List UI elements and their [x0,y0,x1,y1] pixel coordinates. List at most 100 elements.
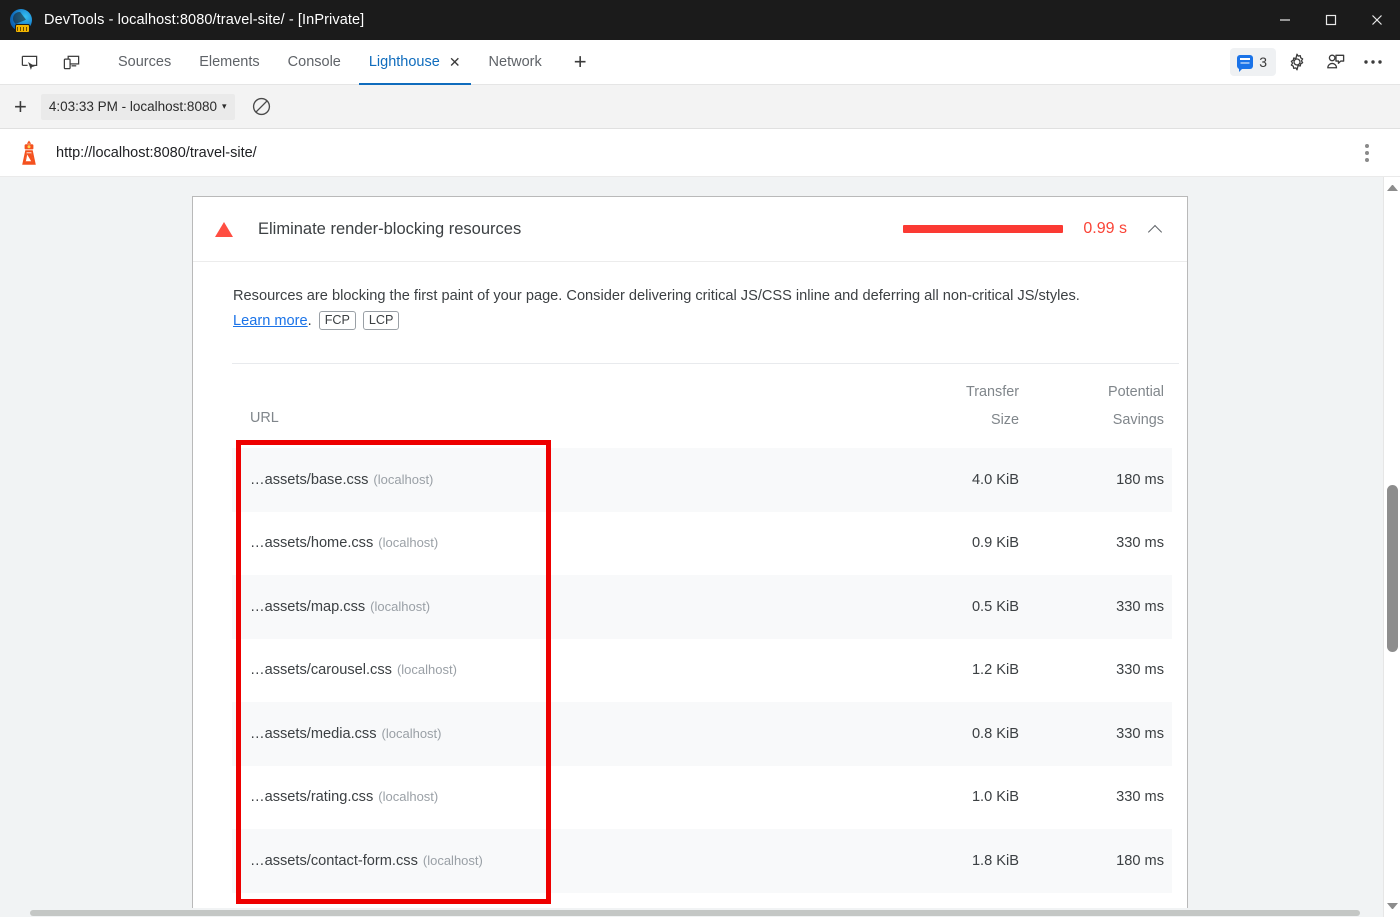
cell-url: …assets/carousel.css (localhost) [232,639,890,703]
table-row[interactable]: …assets/map.css (localhost) 0.5 KiB 330 m… [232,575,1172,639]
chevron-down-icon: ▾ [222,101,227,112]
audit-table-body: …assets/base.css (localhost) 4.0 KiB 180 … [232,448,1172,893]
resource-url: …assets/carousel.css [250,662,392,678]
cell-transfer-size: 1.8 KiB [890,829,1031,893]
cell-transfer-size: 0.8 KiB [890,702,1031,766]
cell-transfer-size: 0.5 KiB [890,575,1031,639]
table-row[interactable]: …assets/contact-form.css(localhost) 1.8 … [232,829,1172,893]
lighthouse-report-viewport: Eliminate render-blocking resources 0.99… [0,177,1400,917]
audit-score-group: 0.99 s [903,220,1163,238]
column-header-transfer-size[interactable]: Transfer Size [890,364,1031,448]
cell-savings: 330 ms [1031,766,1172,830]
window-title: DevTools - localhost:8080/travel-site/ -… [44,12,364,28]
scroll-down-arrow-icon[interactable] [1387,903,1398,909]
tab-elements[interactable]: Elements [185,40,273,85]
tab-sources[interactable]: Sources [104,40,185,85]
table-row[interactable]: …assets/media.css (localhost) 0.8 KiB 330… [232,702,1172,766]
lighthouse-icon [16,139,42,167]
column-header-potential-savings[interactable]: Potential Savings [1031,364,1172,448]
audit-table-wrapper: URL Transfer Size Potential Savings [232,363,1179,893]
learn-more-link[interactable]: Learn more [233,313,308,329]
scroll-up-arrow-icon[interactable] [1387,185,1398,191]
chevron-up-icon[interactable] [1149,222,1163,236]
edge-logo-icon [10,9,32,31]
resource-url: …assets/rating.css [250,789,373,805]
more-options-icon[interactable] [1356,47,1390,77]
cell-savings: 180 ms [1031,448,1172,512]
audit-table-head: URL Transfer Size Potential Savings [232,364,1172,448]
resource-host: (localhost) [382,726,442,741]
horizontal-scrollbar[interactable] [0,909,1383,917]
report-run-selector[interactable]: 4:03:33 PM - localhost:8080 ▾ [41,94,235,120]
resource-url: …assets/media.css [250,726,377,742]
window-close-button[interactable] [1354,0,1400,40]
cell-transfer-size: 4.0 KiB [890,448,1031,512]
resource-url: …assets/home.css [250,535,373,551]
table-row[interactable]: …assets/base.css (localhost) 4.0 KiB 180 … [232,448,1172,512]
issues-counter-button[interactable]: 3 [1230,48,1276,76]
column-header-label-line2: Savings [1113,412,1164,428]
cell-url: …assets/map.css (localhost) [232,575,890,639]
lighthouse-run-toolbar: + 4:03:33 PM - localhost:8080 ▾ [0,85,1400,129]
report-run-label: 4:03:33 PM - localhost:8080 [49,99,217,114]
window-title-bar: DevTools - localhost:8080/travel-site/ -… [0,0,1400,40]
tab-console[interactable]: Console [274,40,355,85]
table-row[interactable]: …assets/home.css(localhost) 0.9 KiB 330 … [232,512,1172,576]
metric-chip-fcp: FCP [319,311,356,330]
audit-description-period: . [308,313,312,329]
kebab-menu-icon[interactable] [1356,139,1378,167]
resource-host: (localhost) [397,662,457,677]
cell-url: …assets/home.css (localhost) [232,512,890,576]
metric-chip-lcp: LCP [363,311,400,330]
table-header-row: URL Transfer Size Potential Savings [232,364,1172,448]
column-header-label-line1: Potential [1108,384,1164,400]
tab-label: Lighthouse [369,54,440,70]
cell-url: …assets/rating.css (localhost) [232,766,890,830]
tab-label: Network [489,54,542,70]
column-header-label-line1: Transfer [966,384,1019,400]
device-toolbar-icon[interactable] [54,47,88,77]
table-row[interactable]: …assets/rating.css (localhost) 1.0 KiB 33… [232,766,1172,830]
vertical-scrollbar-thumb[interactable] [1387,485,1398,652]
table-row[interactable]: …assets/carousel.css(localhost) 1.2 KiB … [232,639,1172,703]
tab-label: Sources [118,54,171,70]
audit-header[interactable]: Eliminate render-blocking resources 0.99… [193,197,1187,262]
gear-icon[interactable] [1280,47,1314,77]
resource-url: …assets/map.css [250,599,365,615]
tab-network[interactable]: Network [475,40,556,85]
tab-bar-actions: 3 [1230,47,1400,77]
tab-lighthouse[interactable]: Lighthouse ✕ [355,40,475,85]
audit-description-text: Resources are blocking the first paint o… [233,288,1080,304]
vertical-scrollbar[interactable] [1383,177,1400,917]
report-url-bar: http://localhost:8080/travel-site/ [0,129,1400,177]
feedback-icon[interactable] [1318,47,1352,77]
audit-table: URL Transfer Size Potential Savings [232,364,1172,893]
inspect-element-icon[interactable] [12,47,46,77]
resource-host: (localhost) [370,599,430,614]
cell-savings: 330 ms [1031,639,1172,703]
cell-url: …assets/media.css (localhost) [232,702,890,766]
audit-score-value: 0.99 s [1083,220,1127,238]
panel-tabs: Sources Elements Console Lighthouse ✕ Ne… [104,40,599,85]
window-maximize-button[interactable] [1308,0,1354,40]
issues-bubble-icon [1237,55,1253,69]
resource-url: …assets/base.css [250,472,368,488]
cell-transfer-size: 0.9 KiB [890,512,1031,576]
resource-host: (localhost) [373,472,433,487]
devtools-tab-bar: Sources Elements Console Lighthouse ✕ Ne… [0,40,1400,85]
horizontal-scrollbar-thumb[interactable] [30,910,1360,916]
tab-label: Elements [199,54,259,70]
close-icon[interactable]: ✕ [449,55,461,69]
tab-label: Console [288,54,341,70]
clear-all-icon[interactable] [245,92,279,122]
add-panel-icon[interactable]: + [562,51,599,73]
cell-transfer-size: 1.0 KiB [890,766,1031,830]
window-minimize-button[interactable] [1262,0,1308,40]
new-report-button[interactable]: + [0,96,41,118]
cell-savings: 330 ms [1031,702,1172,766]
resource-host: (localhost) [378,789,438,804]
column-header-url[interactable]: URL [232,364,890,448]
resource-host: (localhost) [378,535,438,550]
cell-savings: 330 ms [1031,575,1172,639]
resource-host: (localhost) [423,853,483,868]
